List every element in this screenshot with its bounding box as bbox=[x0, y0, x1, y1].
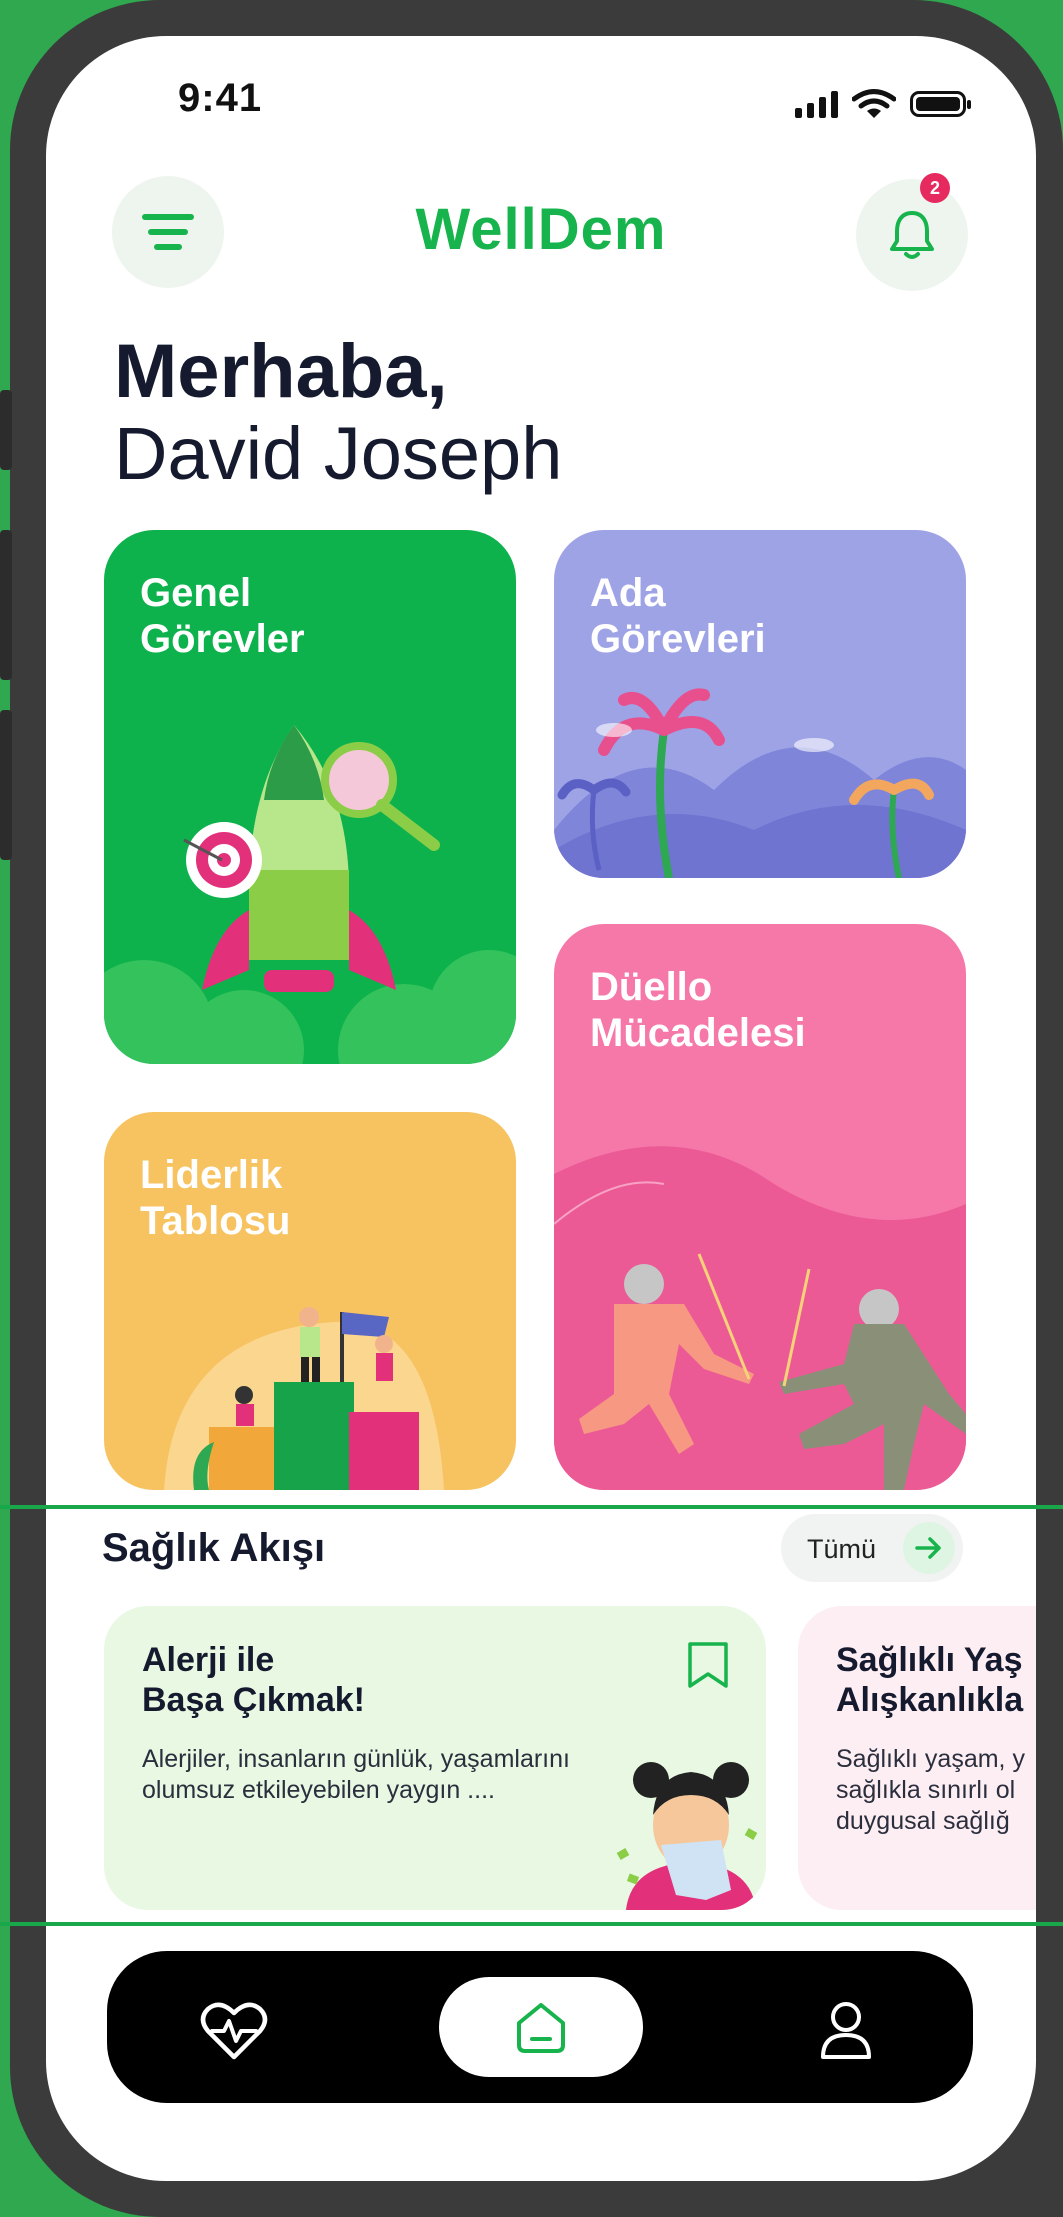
status-icons bbox=[795, 88, 971, 120]
article-card[interactable]: Alerji ile Başa Çıkmak! Alerjiler, insan… bbox=[104, 1606, 766, 1910]
feed-divider-top bbox=[0, 1505, 1063, 1509]
heart-pulse-icon bbox=[200, 2002, 268, 2060]
user-icon bbox=[821, 2002, 871, 2059]
greeting-title: Merhaba, bbox=[114, 329, 448, 414]
feed-divider-bottom bbox=[0, 1922, 1063, 1926]
card-general-tasks-title: Genel Görevler bbox=[140, 571, 305, 661]
bottom-navbar bbox=[107, 1951, 973, 2103]
nav-health[interactable] bbox=[195, 1991, 273, 2069]
arrow-right-icon bbox=[903, 1522, 955, 1574]
article-excerpt: Sağlıklı yaşam, y sağlıkla sınırlı ol du… bbox=[836, 1745, 1025, 1835]
card-leaderboard[interactable]: Liderlik Tablosu bbox=[104, 1112, 516, 1490]
allergy-illustration bbox=[616, 1762, 758, 1910]
card-island-tasks[interactable]: Ada Görevleri bbox=[554, 530, 966, 878]
status-time: 9:41 bbox=[178, 76, 263, 120]
side-button bbox=[0, 530, 12, 680]
view-all-button[interactable]: Tümü bbox=[781, 1514, 963, 1582]
view-all-label: Tümü bbox=[807, 1534, 877, 1564]
notification-badge: 2 bbox=[920, 173, 950, 203]
signal-icon bbox=[795, 90, 838, 118]
article-title: Alerji ile Başa Çıkmak! bbox=[142, 1641, 366, 1719]
article-excerpt: Alerjiler, insanların günlük, yaşamların… bbox=[142, 1745, 570, 1804]
card-island-tasks-title: Ada Görevleri bbox=[590, 571, 766, 661]
nav-profile[interactable] bbox=[807, 1991, 885, 2069]
app-screen: 9:41 WellDem 2 Merhaba, David Joseph Gen… bbox=[46, 36, 1036, 2181]
article-card[interactable]: Sağlıklı Yaş Alışkanlıkla Sağlıklı yaşam… bbox=[798, 1606, 1036, 1910]
bookmark-icon[interactable] bbox=[686, 1640, 730, 1690]
user-name: David Joseph bbox=[114, 412, 563, 495]
card-general-tasks[interactable]: Genel Görevler bbox=[104, 530, 516, 1064]
article-title: Sağlıklı Yaş Alışkanlıkla bbox=[836, 1641, 1024, 1719]
side-button bbox=[0, 390, 12, 470]
card-leaderboard-title: Liderlik Tablosu bbox=[140, 1153, 291, 1243]
battery-icon bbox=[910, 91, 971, 117]
card-duel[interactable]: Düello Mücadelesi bbox=[554, 924, 966, 1490]
feed-title: Sağlık Akışı bbox=[102, 1526, 326, 1570]
nav-home[interactable] bbox=[439, 1977, 643, 2077]
wifi-icon bbox=[852, 89, 896, 118]
bell-icon bbox=[890, 211, 934, 259]
notifications-button[interactable]: 2 bbox=[856, 173, 968, 291]
side-button bbox=[0, 710, 12, 860]
home-icon bbox=[517, 2003, 565, 2053]
card-duel-title: Düello Mücadelesi bbox=[590, 965, 806, 1055]
